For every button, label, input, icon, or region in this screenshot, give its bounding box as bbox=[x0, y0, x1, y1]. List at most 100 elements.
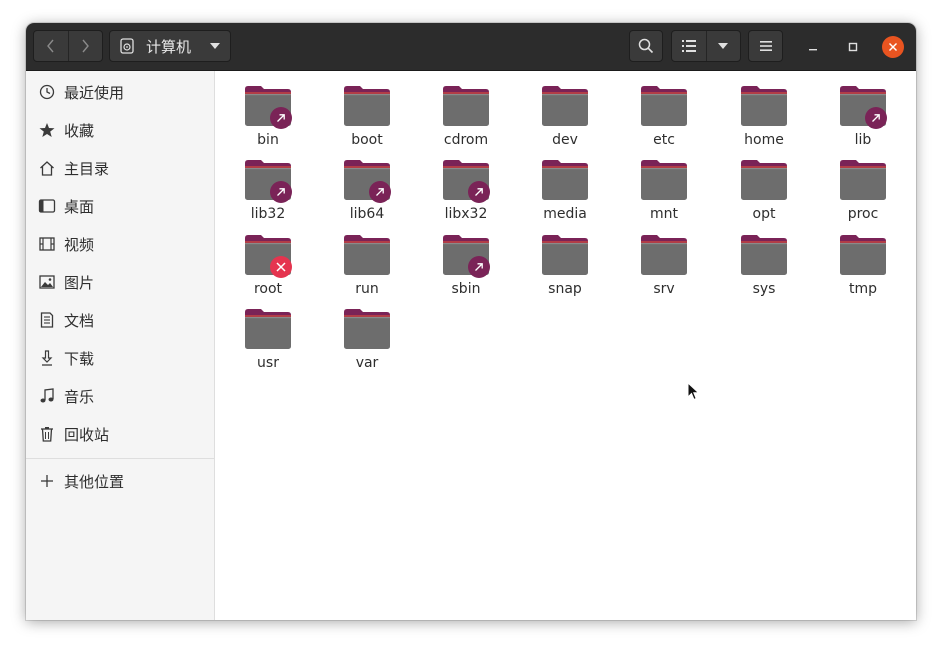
folder-name: lib64 bbox=[349, 206, 385, 222]
folder-item[interactable]: libx32 bbox=[422, 151, 510, 223]
sidebar-item-label: 最近使用 bbox=[64, 83, 125, 102]
main-menu-button[interactable] bbox=[748, 30, 783, 62]
sidebar-item-other-locations[interactable]: 其他位置 bbox=[26, 462, 214, 500]
file-manager-window: 计算机 最近使用 收藏 主目录 桌面 视频 图片 文档 下载 音乐 回收站 其他… bbox=[26, 23, 916, 620]
symlink-emblem-icon bbox=[468, 256, 490, 278]
folder-item[interactable]: mnt bbox=[620, 151, 708, 223]
folder-name: home bbox=[744, 132, 784, 148]
folder-icon bbox=[840, 235, 886, 275]
folder-item[interactable]: snap bbox=[521, 226, 609, 298]
sidebar-item-downloads[interactable]: 下载 bbox=[26, 339, 214, 377]
folder-grid: bin boot cdrom dev etc home lib lib32 lib64 libx3… bbox=[215, 71, 916, 620]
folder-icon bbox=[344, 86, 390, 126]
picture-icon bbox=[39, 275, 55, 289]
folder-icon bbox=[641, 235, 687, 275]
folder-item[interactable]: srv bbox=[620, 226, 708, 298]
folder-item[interactable]: lib bbox=[819, 77, 907, 149]
sidebar-item-music[interactable]: 音乐 bbox=[26, 377, 214, 415]
document-icon bbox=[40, 312, 54, 328]
folder-name: lib32 bbox=[250, 206, 286, 222]
folder-item[interactable]: boot bbox=[323, 77, 411, 149]
folder-item[interactable]: tmp bbox=[819, 226, 907, 298]
sidebar-item-label: 收藏 bbox=[64, 121, 95, 140]
close-button[interactable] bbox=[882, 36, 904, 58]
folder-item[interactable]: lib64 bbox=[323, 151, 411, 223]
folder-name: proc bbox=[847, 206, 879, 222]
sidebar: 最近使用 收藏 主目录 桌面 视频 图片 文档 下载 音乐 回收站 其他位置 bbox=[26, 71, 215, 620]
folder-name: sbin bbox=[451, 281, 481, 297]
sidebar-item-starred[interactable]: 收藏 bbox=[26, 111, 214, 149]
folder-item[interactable]: media bbox=[521, 151, 609, 223]
folder-name: opt bbox=[752, 206, 776, 222]
folder-name: srv bbox=[653, 281, 675, 297]
folder-item[interactable]: sys bbox=[720, 226, 808, 298]
folder-item[interactable]: sbin bbox=[422, 226, 510, 298]
folder-name: sys bbox=[752, 281, 776, 297]
minimize-button[interactable] bbox=[802, 36, 824, 58]
no-access-emblem-icon bbox=[270, 256, 292, 278]
folder-item[interactable]: cdrom bbox=[422, 77, 510, 149]
home-icon bbox=[40, 161, 54, 176]
folder-name: mnt bbox=[650, 206, 678, 222]
sidebar-divider bbox=[26, 458, 214, 459]
location-button[interactable]: 计算机 bbox=[109, 30, 231, 62]
folder-item[interactable]: dev bbox=[521, 77, 609, 149]
minimize-icon bbox=[809, 49, 817, 51]
folder-name: run bbox=[355, 281, 379, 297]
symlink-emblem-icon bbox=[865, 107, 887, 129]
sidebar-item-label: 主目录 bbox=[64, 159, 110, 178]
video-icon bbox=[39, 237, 55, 251]
sidebar-item-trash[interactable]: 回收站 bbox=[26, 415, 214, 453]
sidebar-item-label: 文档 bbox=[64, 311, 95, 330]
folder-icon bbox=[542, 160, 588, 200]
folder-name: snap bbox=[548, 281, 582, 297]
trash-icon bbox=[41, 427, 53, 442]
list-view-button[interactable] bbox=[672, 31, 706, 61]
folder-item[interactable]: opt bbox=[720, 151, 808, 223]
sidebar-item-desktop[interactable]: 桌面 bbox=[26, 187, 214, 225]
folder-item[interactable]: root bbox=[224, 226, 312, 298]
clock-icon bbox=[39, 84, 55, 100]
folder-item[interactable]: bin bbox=[224, 77, 312, 149]
folder-icon bbox=[641, 86, 687, 126]
folder-name: cdrom bbox=[443, 132, 489, 148]
symlink-emblem-icon bbox=[369, 181, 391, 203]
folder-item[interactable]: lib32 bbox=[224, 151, 312, 223]
folder-item[interactable]: var bbox=[323, 300, 411, 372]
folder-item[interactable]: home bbox=[720, 77, 808, 149]
folder-icon bbox=[741, 86, 787, 126]
folder-item[interactable]: etc bbox=[620, 77, 708, 149]
search-icon bbox=[638, 38, 654, 54]
folder-name: bin bbox=[257, 132, 279, 148]
folder-name: libx32 bbox=[444, 206, 488, 222]
search-button[interactable] bbox=[629, 30, 663, 62]
sidebar-item-label: 视频 bbox=[64, 235, 95, 254]
folder-item[interactable]: usr bbox=[224, 300, 312, 372]
view-options-button[interactable] bbox=[705, 31, 741, 61]
forward-button[interactable] bbox=[67, 31, 103, 61]
drive-icon bbox=[120, 38, 134, 54]
desktop-icon bbox=[38, 199, 56, 213]
sidebar-item-label: 图片 bbox=[64, 273, 95, 292]
folder-icon bbox=[245, 309, 291, 349]
maximize-button[interactable] bbox=[842, 36, 864, 58]
folder-item[interactable]: proc bbox=[819, 151, 907, 223]
download-icon bbox=[41, 350, 53, 366]
folder-name: boot bbox=[351, 132, 383, 148]
sidebar-item-documents[interactable]: 文档 bbox=[26, 301, 214, 339]
back-button[interactable] bbox=[34, 31, 68, 61]
folder-item[interactable]: run bbox=[323, 226, 411, 298]
symlink-emblem-icon bbox=[270, 181, 292, 203]
music-icon bbox=[40, 388, 54, 403]
folder-icon bbox=[840, 160, 886, 200]
folder-icon bbox=[741, 235, 787, 275]
navigation-buttons bbox=[33, 30, 103, 62]
sidebar-item-home[interactable]: 主目录 bbox=[26, 149, 214, 187]
sidebar-item-recent[interactable]: 最近使用 bbox=[26, 73, 214, 111]
folder-name: usr bbox=[257, 355, 279, 371]
chevron-left-icon bbox=[46, 39, 54, 53]
symlink-emblem-icon bbox=[270, 107, 292, 129]
symlink-emblem-icon bbox=[468, 181, 490, 203]
sidebar-item-pictures[interactable]: 图片 bbox=[26, 263, 214, 301]
sidebar-item-videos[interactable]: 视频 bbox=[26, 225, 214, 263]
